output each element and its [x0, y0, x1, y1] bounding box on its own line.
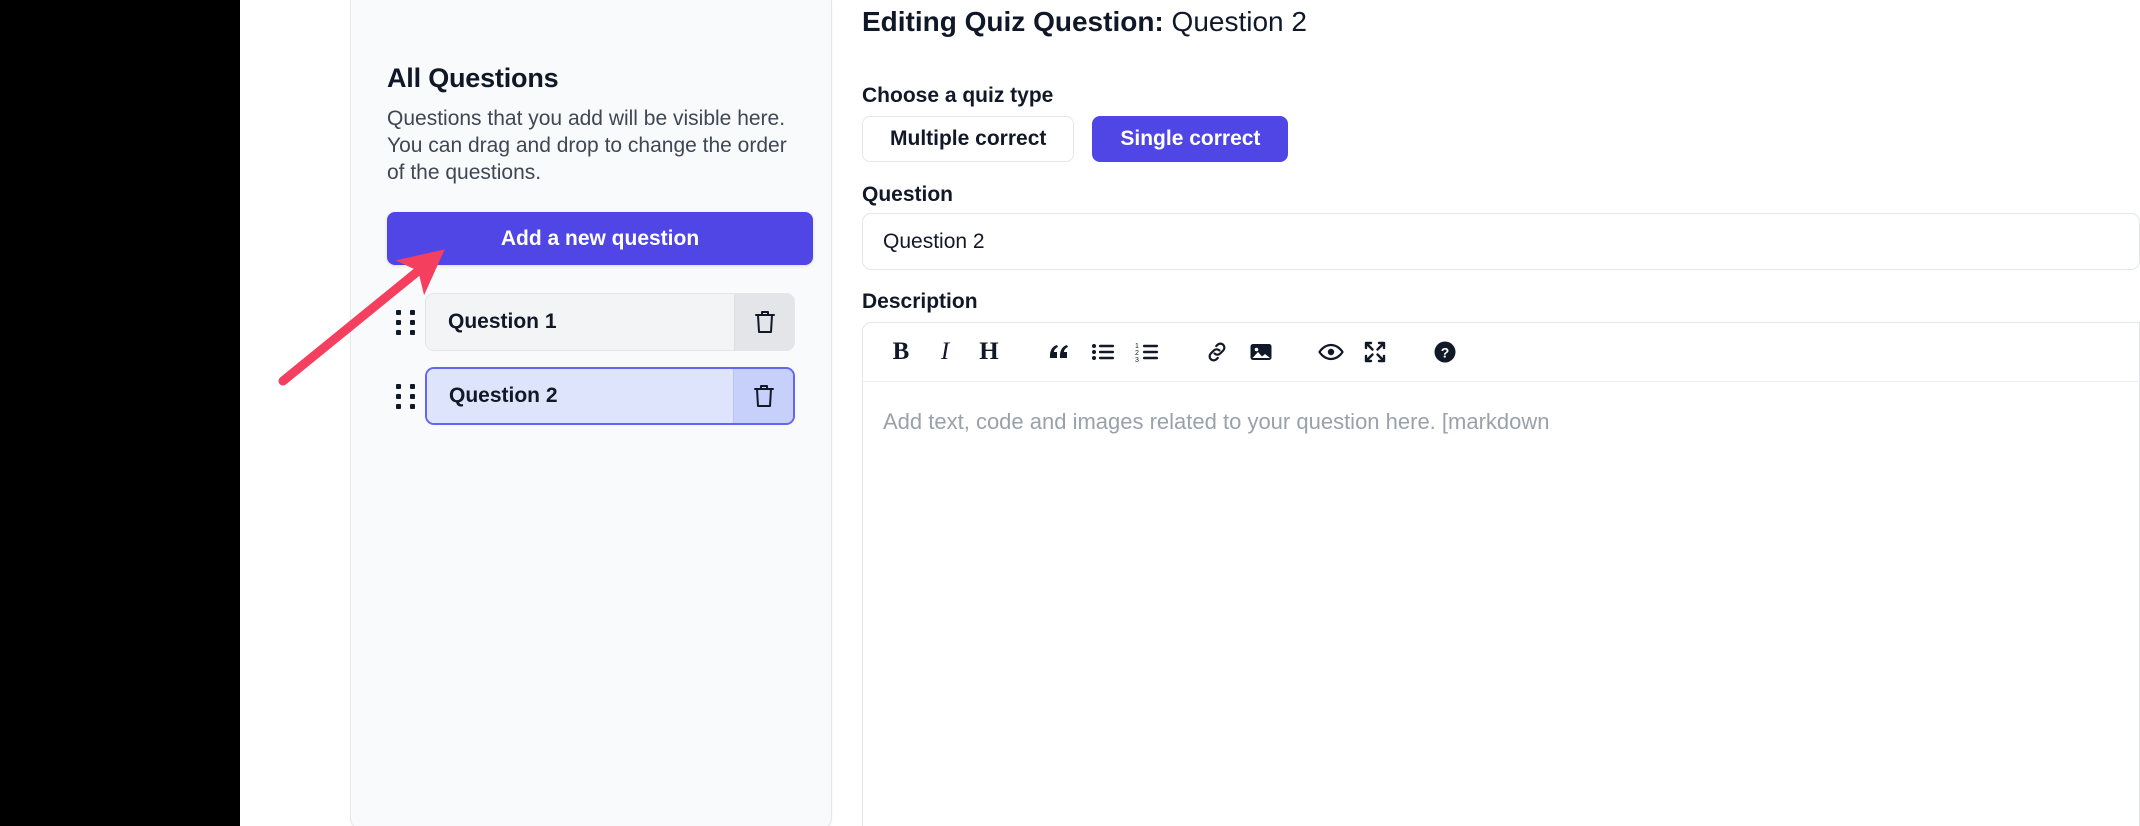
question-item-label: Question 2 [427, 369, 733, 423]
left-black-rail [0, 0, 240, 826]
bullet-list-icon[interactable] [1083, 332, 1123, 372]
question-item-label: Question 1 [426, 294, 734, 350]
all-questions-title: All Questions [387, 62, 795, 94]
page-title: Editing Quiz Question: Question 2 [862, 6, 1307, 38]
italic-icon[interactable]: I [925, 332, 965, 372]
preview-icon[interactable] [1311, 332, 1351, 372]
drag-handle-icon[interactable] [387, 376, 425, 416]
list-item[interactable]: Question 2 [387, 365, 795, 427]
question-input[interactable] [862, 213, 2140, 270]
delete-question-button[interactable] [734, 294, 794, 350]
link-icon[interactable] [1197, 332, 1237, 372]
question-field-label: Question [862, 183, 953, 207]
question-pill[interactable]: Question 1 [425, 293, 795, 351]
trash-icon [752, 383, 776, 409]
app-root: All Questions Questions that you add wil… [0, 0, 2140, 826]
ordered-list-icon[interactable]: 1 2 3 [1127, 332, 1167, 372]
question-pill-selected[interactable]: Question 2 [425, 367, 795, 425]
page-title-prefix: Editing Quiz Question: [862, 6, 1164, 37]
bold-icon[interactable]: B [881, 332, 921, 372]
quiz-type-single-correct[interactable]: Single correct [1092, 116, 1288, 162]
markdown-editor: B I H [862, 322, 2140, 826]
all-questions-description: Questions that you add will be visible h… [387, 106, 795, 187]
svg-text:?: ? [1441, 345, 1450, 361]
description-placeholder[interactable]: Add text, code and images related to you… [863, 382, 2139, 437]
description-field-label: Description [862, 290, 978, 314]
add-new-question-button[interactable]: Add a new question [387, 212, 813, 265]
delete-question-button[interactable] [733, 369, 793, 423]
page-title-value: Question 2 [1172, 6, 1307, 37]
svg-text:1: 1 [1135, 343, 1139, 350]
drag-handle-icon[interactable] [387, 302, 425, 342]
quiz-type-group: Multiple correct Single correct [862, 116, 1288, 162]
svg-text:2: 2 [1135, 350, 1139, 357]
markdown-toolbar: B I H [863, 323, 2139, 382]
quiz-type-label: Choose a quiz type [862, 84, 1053, 108]
question-list: Question 1 Question 2 [387, 291, 795, 427]
question-editor-panel: Editing Quiz Question: Question 2 Choose… [862, 0, 2140, 826]
help-icon[interactable]: ? [1425, 332, 1465, 372]
list-item[interactable]: Question 1 [387, 291, 795, 353]
fullscreen-icon[interactable] [1355, 332, 1395, 372]
quote-icon[interactable] [1039, 332, 1079, 372]
heading-icon[interactable]: H [969, 332, 1009, 372]
quiz-type-multiple-correct[interactable]: Multiple correct [862, 116, 1074, 162]
trash-icon [753, 309, 777, 335]
image-icon[interactable] [1241, 332, 1281, 372]
svg-text:3: 3 [1135, 357, 1139, 362]
all-questions-panel: All Questions Questions that you add wil… [350, 0, 832, 826]
